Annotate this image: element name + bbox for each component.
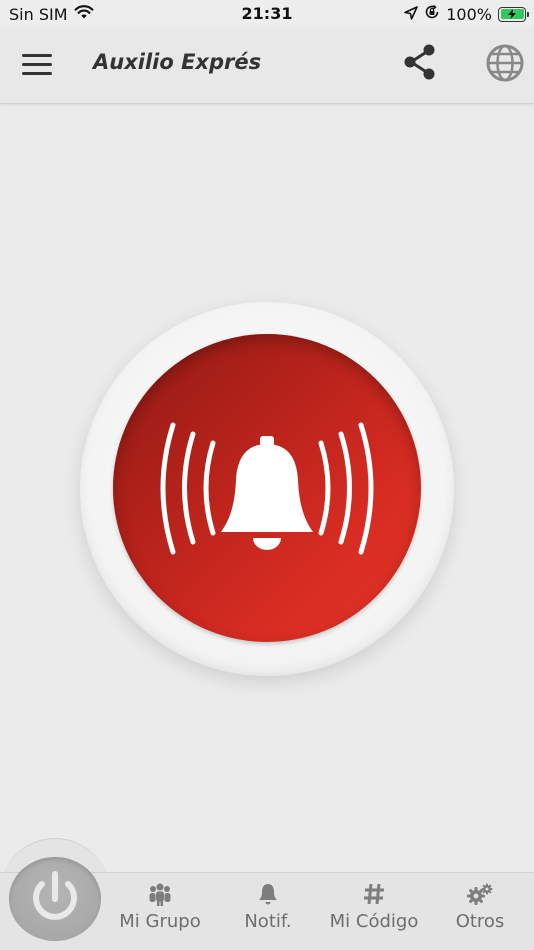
hamburger-menu-icon[interactable] [20, 48, 54, 82]
status-left: Sin SIM [9, 4, 94, 24]
orientation-lock-icon [424, 4, 440, 24]
status-right: 100% [404, 4, 529, 24]
gears-icon [467, 883, 493, 905]
alarm-bell-icon [160, 422, 374, 555]
location-arrow-icon [404, 5, 419, 24]
tab-label-otros: Otros [455, 911, 505, 932]
tab-label-notif: Notif. [244, 911, 292, 932]
power-icon [33, 871, 77, 920]
battery-charging-icon [498, 6, 529, 22]
hash-icon [364, 883, 384, 905]
tab-notif[interactable]: Notif. [238, 882, 298, 942]
battery-percent: 100% [446, 4, 492, 24]
tab-label-mi-codigo: Mi Código [329, 911, 419, 932]
wifi-icon [74, 4, 94, 24]
globe-icon[interactable] [484, 42, 526, 84]
panic-alarm-button[interactable] [113, 334, 421, 642]
bell-icon [259, 884, 277, 905]
tab-label-mi-grupo: Mi Grupo [119, 911, 201, 932]
tab-mi-grupo[interactable]: Mi Grupo [118, 882, 202, 942]
share-icon[interactable] [400, 42, 440, 82]
tab-otros[interactable]: Otros [450, 882, 510, 942]
app-title: Auxilio Exprés [93, 50, 262, 74]
app-bar: Auxilio Exprés [0, 28, 534, 104]
carrier-label: Sin SIM [9, 4, 68, 24]
power-button[interactable] [9, 857, 101, 941]
alarm-ring [80, 302, 454, 676]
tab-mi-codigo[interactable]: Mi Código [326, 882, 422, 942]
status-bar: Sin SIM 21:31 100% [0, 0, 534, 28]
group-icon [149, 883, 171, 906]
